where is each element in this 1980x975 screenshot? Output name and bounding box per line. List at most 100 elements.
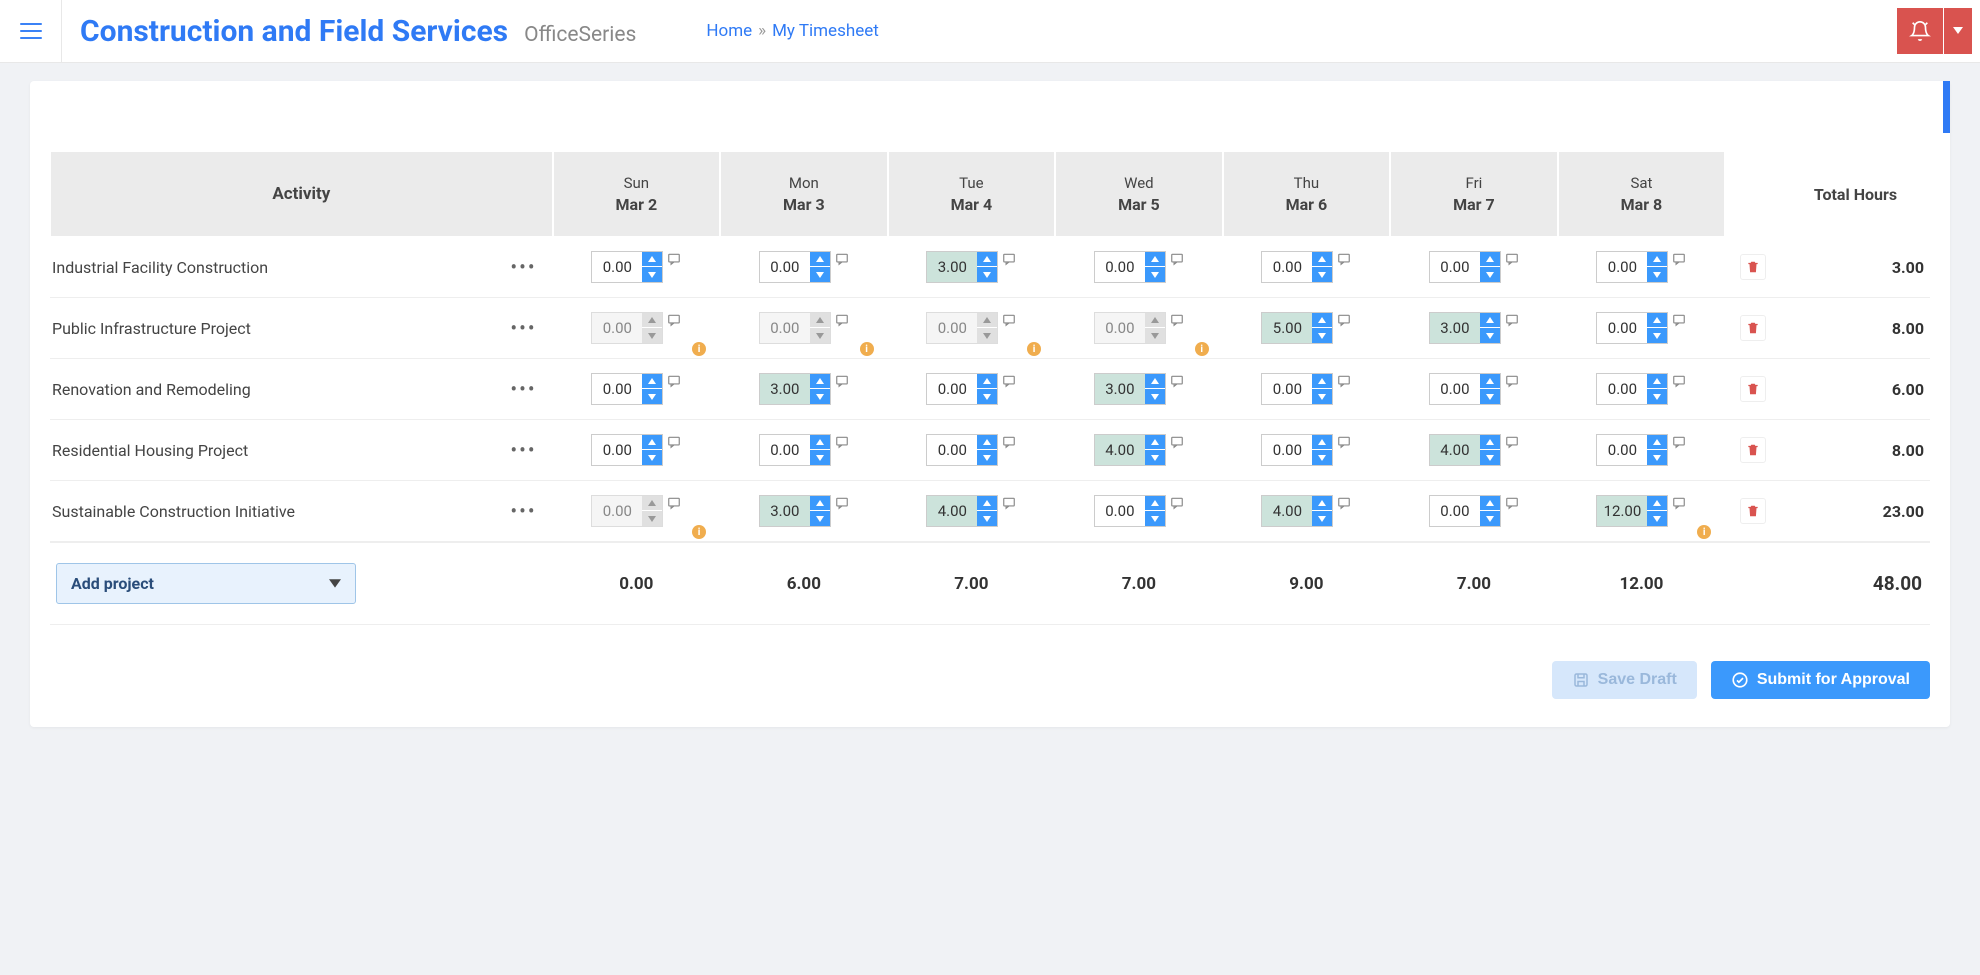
hour-input[interactable]: 0.00 [591,434,663,466]
spin-down-button[interactable] [1480,511,1500,526]
comment-icon[interactable] [1337,374,1351,392]
comment-icon[interactable] [1170,496,1184,514]
spin-up-button[interactable] [1145,374,1165,389]
spin-up-button[interactable] [642,435,662,450]
comment-icon[interactable] [835,496,849,514]
spin-up-button[interactable] [810,252,830,267]
spin-up-button[interactable] [1647,435,1667,450]
hour-input[interactable]: 4.00 [1094,434,1166,466]
spin-down-button[interactable] [1145,511,1165,526]
spin-up-button[interactable] [642,252,662,267]
comment-icon[interactable] [1170,374,1184,392]
comment-icon[interactable] [667,252,681,270]
warning-icon[interactable]: i [692,342,706,356]
delete-row-button[interactable] [1740,437,1766,463]
hour-input[interactable]: 0.00 [1596,434,1668,466]
spin-up-button[interactable] [642,374,662,389]
comment-icon[interactable] [1672,374,1686,392]
spin-down-button[interactable] [1647,389,1667,404]
spin-up-button[interactable] [1312,313,1332,328]
comment-icon[interactable] [1337,313,1351,331]
spin-up-button[interactable] [977,374,997,389]
warning-icon[interactable]: i [1027,342,1041,356]
comment-icon[interactable] [1672,252,1686,270]
spin-up-button[interactable] [1145,496,1165,511]
comment-icon[interactable] [667,435,681,453]
warning-icon[interactable]: i [692,525,706,539]
comment-icon[interactable] [667,313,681,331]
breadcrumb-home-link[interactable]: Home [706,21,752,41]
spin-down-button[interactable] [1312,328,1332,343]
breadcrumb-current-link[interactable]: My Timesheet [772,21,879,41]
spin-up-button[interactable] [1312,496,1332,511]
warning-icon[interactable]: i [1697,525,1711,539]
comment-icon[interactable] [667,496,681,514]
row-more-button[interactable]: ••• [502,438,544,462]
hour-input[interactable]: 4.00 [926,495,998,527]
spin-down-button[interactable] [1647,511,1667,526]
hour-input[interactable]: 0.00 [1429,251,1501,283]
warning-icon[interactable]: i [1195,342,1209,356]
notifications-button[interactable] [1897,8,1943,54]
spin-up-button[interactable] [1312,435,1332,450]
delete-row-button[interactable] [1740,254,1766,280]
row-more-button[interactable]: ••• [502,499,544,523]
hour-input[interactable]: 3.00 [1094,373,1166,405]
hour-input[interactable]: 3.00 [926,251,998,283]
hour-input[interactable]: 0.00 [926,373,998,405]
comment-icon[interactable] [1170,435,1184,453]
spin-up-button[interactable] [1312,252,1332,267]
hour-input[interactable]: 0.00 [1261,251,1333,283]
comment-icon[interactable] [667,374,681,392]
spin-down-button[interactable] [1647,267,1667,282]
comment-icon[interactable] [1505,374,1519,392]
hour-input[interactable]: 0.00 [591,251,663,283]
spin-down-button[interactable] [1312,389,1332,404]
hour-input[interactable]: 4.00 [1429,434,1501,466]
hour-input[interactable]: 0.00 [1429,373,1501,405]
spin-down-button[interactable] [642,450,662,465]
hour-input[interactable]: 5.00 [1261,312,1333,344]
spin-up-button[interactable] [977,252,997,267]
spin-down-button[interactable] [977,267,997,282]
spin-up-button[interactable] [1480,252,1500,267]
hour-input[interactable]: 0.00 [1429,495,1501,527]
comment-icon[interactable] [835,374,849,392]
row-more-button[interactable]: ••• [502,255,544,279]
row-more-button[interactable]: ••• [502,316,544,340]
spin-down-button[interactable] [1145,389,1165,404]
spin-up-button[interactable] [810,496,830,511]
spin-down-button[interactable] [977,511,997,526]
hour-input[interactable]: 0.00 [926,434,998,466]
hour-input[interactable]: 0.00 [1596,312,1668,344]
spin-down-button[interactable] [977,450,997,465]
spin-down-button[interactable] [642,389,662,404]
comment-icon[interactable] [1337,496,1351,514]
hour-input[interactable]: 0.00 [1596,251,1668,283]
spin-up-button[interactable] [1647,252,1667,267]
hour-input[interactable]: 4.00 [1261,495,1333,527]
spin-down-button[interactable] [810,389,830,404]
spin-down-button[interactable] [1480,328,1500,343]
spin-down-button[interactable] [1480,389,1500,404]
comment-icon[interactable] [1170,313,1184,331]
hour-input[interactable]: 0.00 [1094,495,1166,527]
hour-input[interactable]: 3.00 [1429,312,1501,344]
comment-icon[interactable] [1505,435,1519,453]
spin-up-button[interactable] [1480,435,1500,450]
comment-icon[interactable] [1672,313,1686,331]
warning-icon[interactable]: i [860,342,874,356]
comment-icon[interactable] [1002,435,1016,453]
spin-down-button[interactable] [810,511,830,526]
comment-icon[interactable] [1505,252,1519,270]
hour-input[interactable]: 0.00 [591,373,663,405]
comment-icon[interactable] [1002,313,1016,331]
spin-up-button[interactable] [1145,252,1165,267]
comment-icon[interactable] [1337,435,1351,453]
spin-down-button[interactable] [810,450,830,465]
spin-up-button[interactable] [1647,496,1667,511]
comment-icon[interactable] [1505,496,1519,514]
hour-input[interactable]: 12.00 [1596,495,1668,527]
spin-up-button[interactable] [1312,374,1332,389]
hour-input[interactable]: 0.00 [1094,251,1166,283]
